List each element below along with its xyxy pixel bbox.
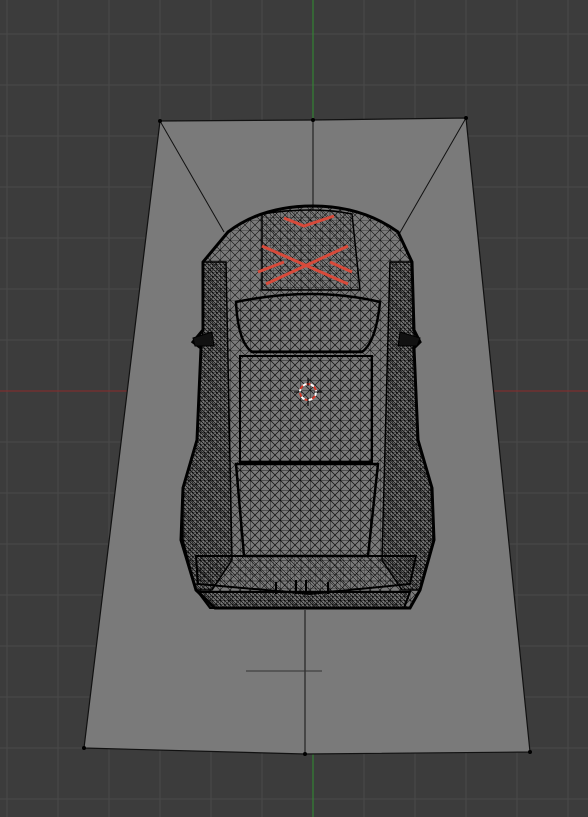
plane-vertex[interactable] <box>303 752 307 756</box>
car-rear-window[interactable] <box>234 462 380 558</box>
plane-vertex[interactable] <box>82 746 86 750</box>
car-tail[interactable] <box>196 591 412 609</box>
viewport-canvas[interactable] <box>0 0 588 817</box>
plane-vertex[interactable] <box>158 119 162 123</box>
plane-vertex[interactable] <box>311 118 315 122</box>
plane-vertex[interactable] <box>464 116 468 120</box>
3d-viewport[interactable] <box>0 0 588 817</box>
car-mesh[interactable] <box>179 204 436 610</box>
plane-vertex[interactable] <box>528 750 532 754</box>
car-roof[interactable] <box>239 355 373 463</box>
car-windshield[interactable] <box>234 292 382 354</box>
